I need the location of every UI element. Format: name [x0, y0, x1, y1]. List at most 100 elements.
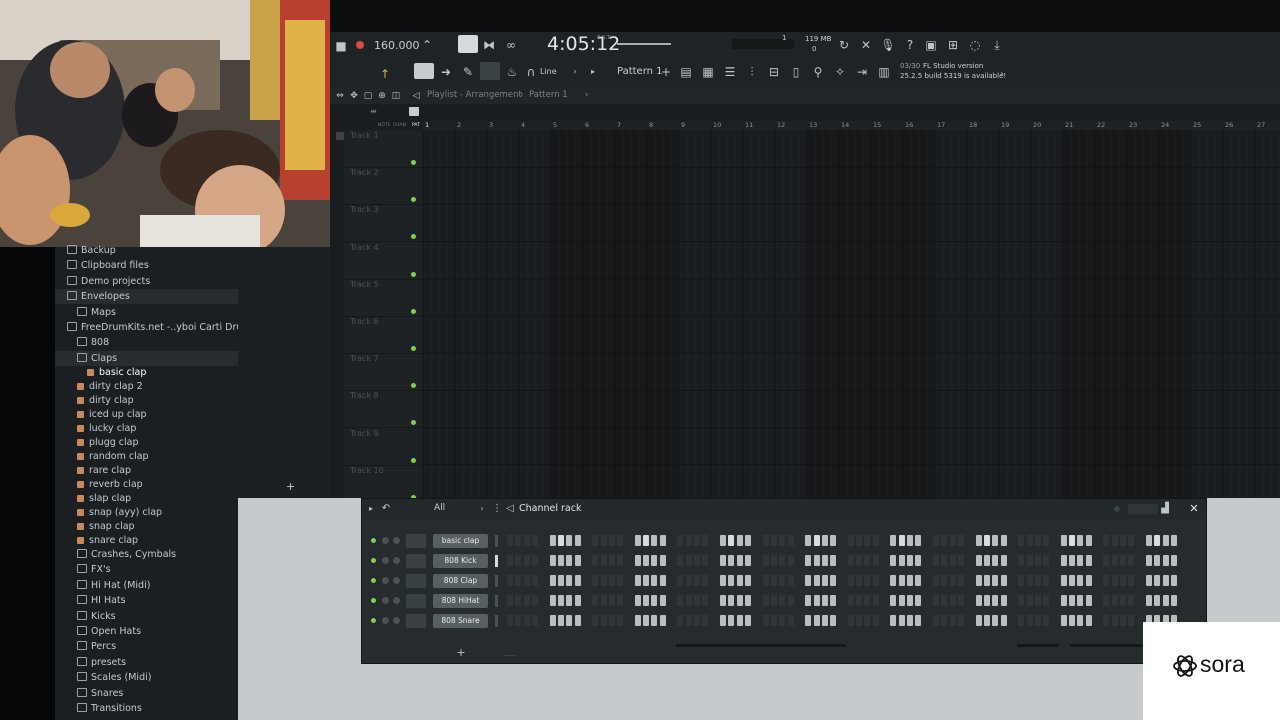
browser-folder[interactable]: 808 — [55, 335, 254, 350]
channel-name-button[interactable]: 808 HiHat — [433, 594, 488, 608]
step-button[interactable] — [515, 595, 522, 606]
step-button[interactable] — [779, 595, 786, 606]
step-button[interactable] — [1077, 595, 1084, 606]
step-button[interactable] — [720, 575, 726, 586]
step-button[interactable] — [659, 595, 666, 606]
step-button[interactable] — [915, 535, 922, 546]
step-button[interactable] — [600, 595, 607, 606]
step-button[interactable] — [659, 555, 666, 566]
step-button[interactable] — [523, 615, 530, 626]
mixer-track-selector[interactable] — [406, 614, 426, 628]
project-icon[interactable]: ▯ — [788, 64, 804, 80]
step-button[interactable] — [805, 555, 812, 566]
step-button[interactable] — [1154, 555, 1161, 566]
step-button[interactable] — [702, 595, 709, 606]
step-button[interactable] — [600, 555, 607, 566]
pan-knob[interactable] — [382, 557, 389, 564]
step-button[interactable] — [1154, 535, 1161, 546]
step-button[interactable] — [523, 535, 530, 546]
track-label[interactable]: Track 2 — [350, 168, 379, 177]
step-button[interactable] — [608, 575, 615, 586]
step-button[interactable] — [694, 555, 700, 566]
step-button[interactable] — [957, 555, 964, 566]
pin-icon[interactable]: ↑ — [380, 66, 390, 82]
browser-folder[interactable]: Open Hats — [55, 624, 254, 639]
step-button[interactable] — [805, 615, 812, 626]
undo-icon[interactable]: ↶ — [380, 501, 392, 517]
step-button[interactable] — [779, 535, 786, 546]
step-button[interactable] — [1060, 595, 1067, 606]
browser-folder[interactable]: FX's — [55, 562, 254, 577]
step-button[interactable] — [864, 595, 871, 606]
step-button[interactable] — [898, 555, 905, 566]
step-button[interactable] — [830, 555, 837, 566]
step-button[interactable] — [770, 555, 777, 566]
step-button[interactable] — [779, 555, 786, 566]
step-button[interactable] — [600, 535, 607, 546]
playlist-grid[interactable] — [422, 130, 1280, 503]
step-button[interactable] — [720, 535, 726, 546]
track-label[interactable]: Track 1 — [350, 131, 379, 140]
step-button[interactable] — [574, 555, 581, 566]
step-button[interactable] — [957, 575, 964, 586]
step-button[interactable] — [1103, 535, 1110, 546]
step-button[interactable] — [507, 555, 513, 566]
step-button[interactable] — [1170, 575, 1177, 586]
step-button[interactable] — [821, 535, 828, 546]
step-button[interactable] — [915, 575, 922, 586]
track-label[interactable]: Track 8 — [350, 391, 379, 400]
step-button[interactable] — [1085, 535, 1092, 546]
channel-select-bar[interactable] — [495, 615, 498, 627]
rack-scrollbar[interactable] — [676, 644, 846, 647]
step-button[interactable] — [1034, 555, 1041, 566]
step-button[interactable] — [515, 555, 522, 566]
playlist-pattern-crumb[interactable]: Pattern 1 — [529, 90, 568, 100]
step-button[interactable] — [1060, 575, 1067, 586]
step-button[interactable] — [531, 575, 538, 586]
loop-record-icon[interactable]: ∞ — [502, 37, 520, 53]
step-button[interactable] — [617, 555, 624, 566]
step-button[interactable] — [523, 555, 530, 566]
step-button[interactable] — [1162, 535, 1169, 546]
step-button[interactable] — [1154, 575, 1161, 586]
step-button[interactable] — [685, 595, 692, 606]
step-button[interactable] — [643, 575, 650, 586]
step-button[interactable] — [1128, 575, 1135, 586]
step-button[interactable] — [856, 535, 863, 546]
step-button[interactable] — [634, 535, 641, 546]
step-button[interactable] — [983, 535, 990, 546]
step-button[interactable] — [651, 575, 658, 586]
step-button[interactable] — [898, 615, 905, 626]
step-button[interactable] — [617, 615, 624, 626]
help-icon[interactable]: ? — [902, 37, 918, 53]
step-button[interactable] — [975, 535, 982, 546]
step-button[interactable] — [549, 535, 556, 546]
step-button[interactable] — [617, 575, 624, 586]
step-button[interactable] — [949, 535, 956, 546]
step-button[interactable] — [821, 595, 828, 606]
step-button[interactable] — [720, 595, 726, 606]
channel-select-bar[interactable] — [495, 555, 498, 567]
channel-name-button[interactable]: 808 Snare — [433, 614, 488, 628]
channel-name-button[interactable]: 808 Kick — [433, 554, 488, 568]
browser-folder[interactable]: Backup — [55, 243, 244, 258]
browser-folder[interactable]: Clipboard files — [55, 258, 244, 273]
step-button[interactable] — [744, 555, 751, 566]
paint-icon[interactable]: ♨ — [504, 64, 520, 80]
step-button[interactable] — [975, 615, 982, 626]
step-button[interactable] — [1103, 575, 1110, 586]
step-button[interactable] — [805, 535, 812, 546]
timeline-ruler[interactable]: 1 2 3 4 5 6 7 8 9 10 11 12 13 14 15 16 17 18 19 20 21 22 23 24 2… — [423, 121, 1280, 130]
step-button[interactable] — [787, 575, 794, 586]
typing-keyboard-icon[interactable] — [414, 63, 434, 79]
channel-led[interactable] — [371, 618, 376, 623]
step-button[interactable] — [507, 595, 513, 606]
pan-knob[interactable] — [382, 617, 389, 624]
step-button[interactable] — [600, 615, 607, 626]
step-button[interactable] — [1018, 555, 1025, 566]
step-button[interactable] — [1000, 555, 1007, 566]
browser-folder[interactable]: Envelopes — [55, 289, 244, 305]
step-button[interactable] — [1060, 615, 1067, 626]
browser-sample[interactable]: snap clap — [55, 519, 254, 534]
step-button[interactable] — [557, 575, 564, 586]
